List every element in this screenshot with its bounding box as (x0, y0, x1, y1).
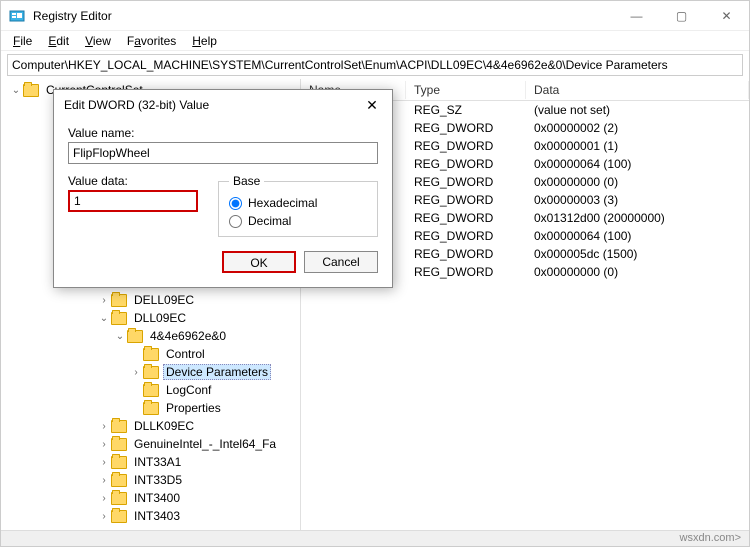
list-cell-type: REG_DWORD (406, 121, 526, 135)
list-cell-type: REG_DWORD (406, 175, 526, 189)
folder-icon (23, 84, 39, 97)
window-title: Registry Editor (33, 9, 614, 23)
menu-edit[interactable]: Edit (40, 32, 77, 50)
horizontal-scrollbar[interactable] (1, 530, 749, 546)
list-cell-type: REG_DWORD (406, 193, 526, 207)
folder-icon (111, 294, 127, 307)
menu-favorites[interactable]: Favorites (119, 32, 184, 50)
tree-item-properties[interactable]: Properties (1, 399, 300, 417)
tree-item-dll09ec[interactable]: ⌄ DLL09EC (1, 309, 300, 327)
folder-icon (111, 492, 127, 505)
list-cell-data: 0x00000001 (1) (526, 139, 749, 153)
chevron-right-icon[interactable]: › (97, 511, 111, 522)
menu-view[interactable]: View (77, 32, 119, 50)
tree-item-dllk09ec[interactable]: › DLLK09EC (1, 417, 300, 435)
tree-item-int33a1[interactable]: › INT33A1 (1, 453, 300, 471)
chevron-right-icon[interactable]: › (129, 367, 143, 378)
folder-icon (143, 366, 159, 379)
decimal-label: Decimal (248, 214, 291, 228)
decimal-radio[interactable] (229, 215, 242, 228)
list-cell-data: 0x00000000 (0) (526, 175, 749, 189)
value-data-label: Value data: (68, 174, 198, 188)
chevron-down-icon[interactable]: ⌄ (113, 331, 127, 342)
base-group: Base Hexadecimal Decimal (218, 174, 378, 237)
dialog-title-bar: Edit DWORD (32-bit) Value ✕ (54, 90, 392, 120)
chevron-right-icon[interactable]: › (97, 439, 111, 450)
dialog-title: Edit DWORD (32-bit) Value (64, 98, 362, 112)
tree-item-dell09ec[interactable]: › DELL09EC (1, 291, 300, 309)
list-cell-data: 0x00000002 (2) (526, 121, 749, 135)
base-label: Base (229, 174, 264, 188)
col-header-data[interactable]: Data (526, 81, 749, 99)
tree-item-control[interactable]: Control (1, 345, 300, 363)
dialog-close-button[interactable]: ✕ (362, 97, 382, 114)
list-cell-type: REG_DWORD (406, 139, 526, 153)
menu-file[interactable]: File (5, 32, 40, 50)
menu-help[interactable]: Help (184, 32, 225, 50)
folder-icon (111, 312, 127, 325)
chevron-down-icon[interactable]: ⌄ (9, 85, 23, 96)
list-cell-data: 0x00000064 (100) (526, 157, 749, 171)
value-name-label: Value name: (68, 126, 378, 140)
list-cell-data: 0x00000064 (100) (526, 229, 749, 243)
list-cell-data: 0x00000000 (0) (526, 265, 749, 279)
title-bar: Registry Editor — ▢ ✕ (1, 1, 749, 31)
folder-icon (111, 438, 127, 451)
chevron-right-icon[interactable]: › (97, 457, 111, 468)
tree-item-instance[interactable]: ⌄ 4&4e6962e&0 (1, 327, 300, 345)
chevron-right-icon[interactable]: › (97, 475, 111, 486)
watermark: wsxdn.com> (680, 532, 741, 544)
list-cell-data: 0x00000003 (3) (526, 193, 749, 207)
chevron-right-icon[interactable]: › (97, 295, 111, 306)
hexadecimal-label: Hexadecimal (248, 196, 317, 210)
folder-icon (111, 474, 127, 487)
folder-icon (127, 330, 143, 343)
chevron-right-icon[interactable]: › (97, 493, 111, 504)
maximize-button[interactable]: ▢ (659, 1, 704, 31)
list-cell-type: REG_SZ (406, 103, 526, 117)
tree-item-device-parameters[interactable]: › Device Parameters (1, 363, 300, 381)
folder-icon (143, 348, 159, 361)
tree-item-genuineintel[interactable]: › GenuineIntel_-_Intel64_Fa (1, 435, 300, 453)
edit-dword-dialog: Edit DWORD (32-bit) Value ✕ Value name: … (53, 89, 393, 288)
list-cell-data: (value not set) (526, 103, 749, 117)
tree-item-int33d5[interactable]: › INT33D5 (1, 471, 300, 489)
folder-icon (143, 402, 159, 415)
value-name-input[interactable] (68, 142, 378, 164)
minimize-button[interactable]: — (614, 1, 659, 31)
regedit-icon (9, 8, 25, 24)
menu-bar: File Edit View Favorites Help (1, 31, 749, 51)
close-button[interactable]: ✕ (704, 1, 749, 31)
list-cell-type: REG_DWORD (406, 229, 526, 243)
value-data-input[interactable] (68, 190, 198, 212)
folder-icon (143, 384, 159, 397)
list-cell-type: REG_DWORD (406, 211, 526, 225)
list-cell-data: 0x000005dc (1500) (526, 247, 749, 261)
chevron-down-icon[interactable]: ⌄ (97, 313, 111, 324)
tree-item-int3400[interactable]: › INT3400 (1, 489, 300, 507)
list-cell-type: REG_DWORD (406, 247, 526, 261)
list-cell-data: 0x01312d00 (20000000) (526, 211, 749, 225)
tree-item-logconf[interactable]: LogConf (1, 381, 300, 399)
col-header-type[interactable]: Type (406, 81, 526, 99)
folder-icon (111, 456, 127, 469)
chevron-right-icon[interactable]: › (97, 421, 111, 432)
hexadecimal-radio[interactable] (229, 197, 242, 210)
list-cell-type: REG_DWORD (406, 157, 526, 171)
folder-icon (111, 420, 127, 433)
tree-item-int3403[interactable]: › INT3403 (1, 507, 300, 525)
cancel-button[interactable]: Cancel (304, 251, 378, 273)
list-cell-type: REG_DWORD (406, 265, 526, 279)
ok-button[interactable]: OK (222, 251, 296, 273)
address-bar[interactable]: Computer\HKEY_LOCAL_MACHINE\SYSTEM\Curre… (7, 54, 743, 76)
folder-icon (111, 510, 127, 523)
